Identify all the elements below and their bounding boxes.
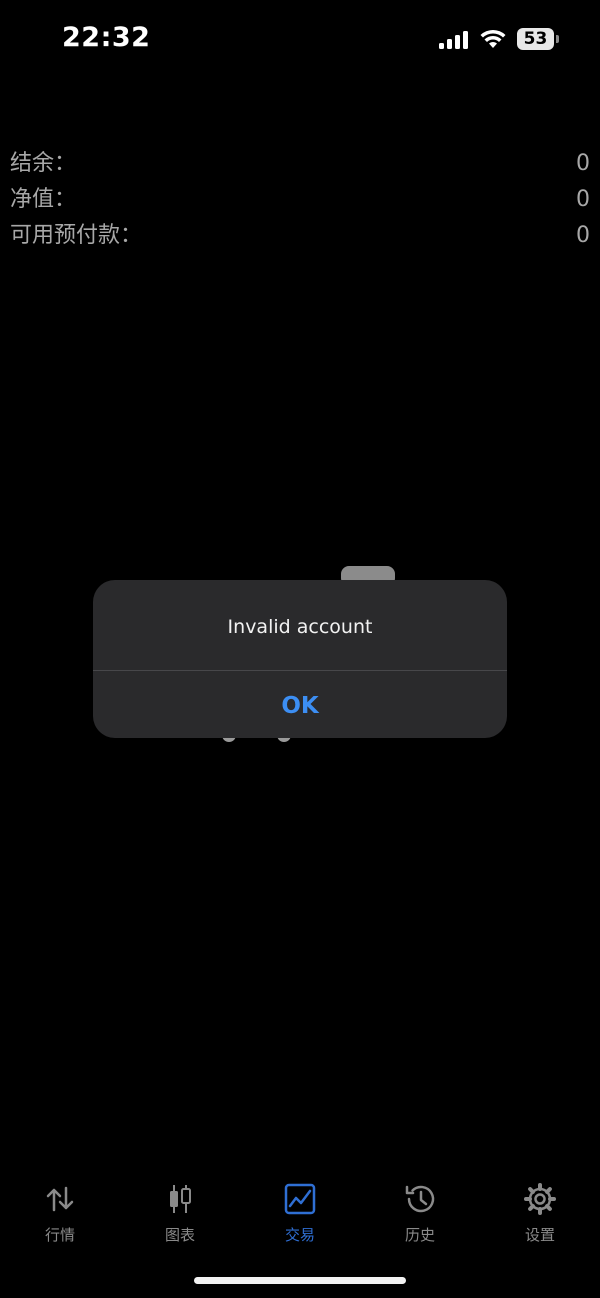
free-margin-row: 可用预付款： 0 <box>0 218 600 254</box>
balance-row: 结余： 0 <box>0 146 600 182</box>
free-margin-value: 0 <box>576 223 590 248</box>
tab-quotes[interactable]: 行情 <box>0 1170 120 1250</box>
equity-label: 净值： <box>10 187 77 212</box>
tab-settings-label: 设置 <box>524 1226 555 1244</box>
trade-chart-icon <box>284 1183 316 1215</box>
settings-gear-icon <box>524 1183 556 1215</box>
bottom-tab-bar: 行情 图表 交易 历史 设置 <box>0 1170 600 1260</box>
home-indicator[interactable] <box>194 1277 406 1284</box>
tab-history[interactable]: 历史 <box>360 1170 480 1250</box>
wifi-icon <box>480 29 506 48</box>
quotes-arrows-icon <box>46 1186 74 1212</box>
battery-icon: 53 <box>517 28 559 52</box>
account-summary: 结余： 0 净值： 0 可用预付款： 0 <box>0 146 600 254</box>
tab-settings[interactable]: 设置 <box>480 1170 600 1250</box>
status-bar: 22:32 53 <box>0 0 600 80</box>
alert-ok-button[interactable]: OK <box>93 671 507 738</box>
app-screen: 22:32 53 结余： 0 净值： 0 可用预付款： 0 Invalid ac… <box>0 0 600 1298</box>
tab-charts[interactable]: 图表 <box>120 1170 240 1250</box>
tab-quotes-label: 行情 <box>44 1226 75 1244</box>
cellular-signal-icon <box>439 31 468 49</box>
tab-trade-label: 交易 <box>284 1226 315 1244</box>
equity-row: 净值： 0 <box>0 182 600 218</box>
balance-label: 结余： <box>10 151 77 176</box>
history-clock-icon <box>405 1185 435 1213</box>
alert-message: Invalid account <box>227 616 373 638</box>
equity-value: 0 <box>576 187 590 212</box>
status-time: 22:32 <box>62 22 151 53</box>
tab-history-label: 历史 <box>404 1226 435 1244</box>
balance-value: 0 <box>576 151 590 176</box>
invalid-account-alert: Invalid account OK <box>93 580 507 738</box>
candlestick-chart-icon <box>170 1185 191 1213</box>
tab-trade[interactable]: 交易 <box>240 1170 360 1250</box>
battery-level-text: 53 <box>523 29 548 49</box>
tab-charts-label: 图表 <box>164 1226 195 1244</box>
free-margin-label: 可用预付款： <box>10 223 143 248</box>
